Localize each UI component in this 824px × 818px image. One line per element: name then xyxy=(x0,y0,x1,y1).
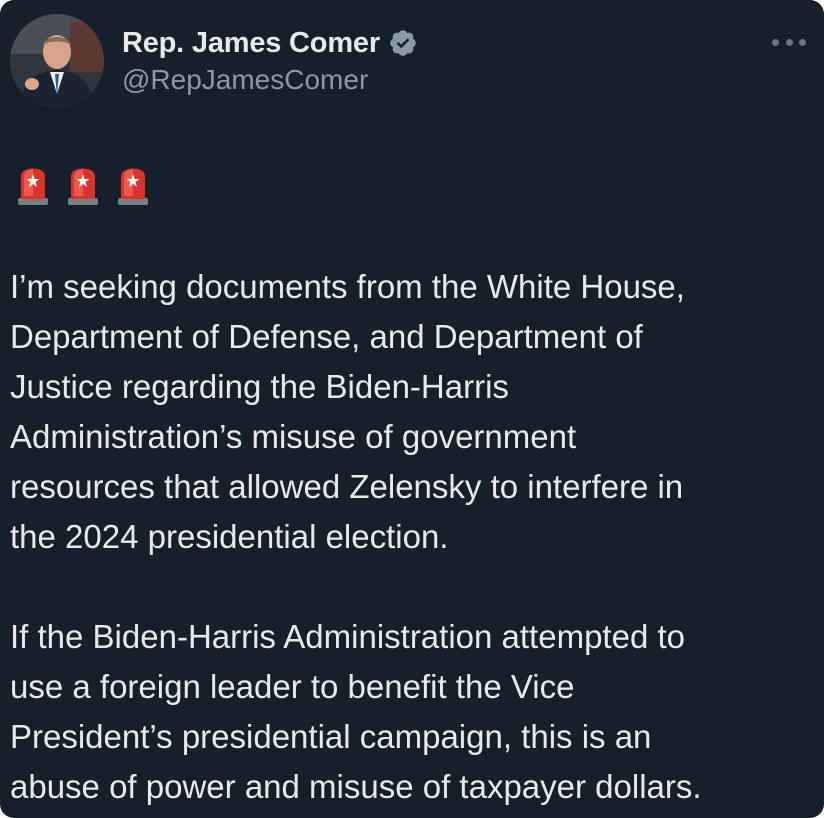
tweet-paragraph: If the Biden-Harris Administration attem… xyxy=(10,618,702,805)
author-display-name[interactable]: Rep. James Comer xyxy=(122,27,380,60)
author-handle[interactable]: @RepJamesComer xyxy=(122,64,368,96)
verified-badge-icon xyxy=(388,28,418,58)
more-dot xyxy=(799,38,806,46)
tweet-card: Rep. James Comer @RepJamesComer I’m seek… xyxy=(0,0,824,818)
profile-photo-icon xyxy=(10,14,104,108)
tweet-paragraph: I’m seeking documents from the White Hou… xyxy=(10,268,685,555)
more-dot xyxy=(772,38,779,46)
siren-emoji-icon xyxy=(18,168,48,205)
avatar[interactable] xyxy=(10,14,104,108)
siren-emoji-icon xyxy=(68,168,98,205)
tweet-text: I’m seeking documents from the White Hou… xyxy=(10,262,810,812)
more-dot xyxy=(785,38,793,46)
author-name-row: Rep. James Comer xyxy=(122,26,418,60)
siren-emoji-icon xyxy=(118,168,148,205)
emoji-row xyxy=(16,162,150,206)
more-options-icon[interactable] xyxy=(772,36,806,48)
